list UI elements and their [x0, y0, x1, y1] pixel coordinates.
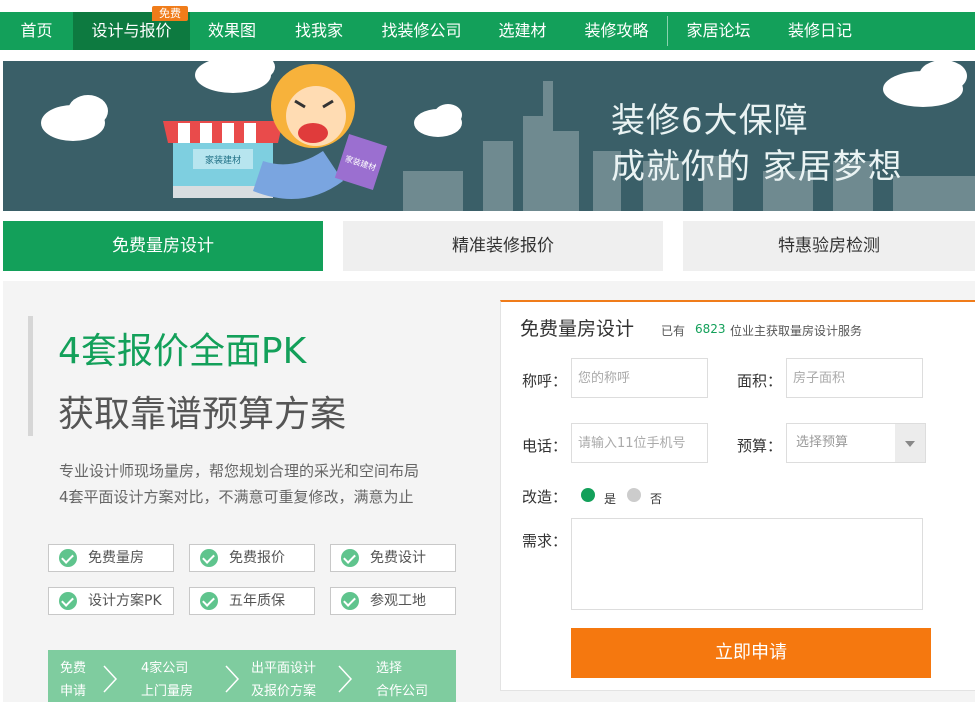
feature-chip: 免费量房	[48, 544, 174, 572]
renovate-label: 改造：	[522, 488, 568, 506]
renovate-yes-label: 是	[604, 492, 617, 506]
form-title: 免费量房设计	[520, 318, 635, 340]
chevron-right-icon	[103, 665, 118, 693]
feature-chip: 参观工地	[330, 587, 456, 615]
nav-item-renderings[interactable]: 效果图	[190, 12, 274, 50]
feature-chip: 设计方案PK	[48, 587, 174, 615]
area-label: 面积：	[737, 372, 783, 390]
step-3-line1: 出平面设计	[251, 661, 317, 676]
renovate-yes-radio[interactable]	[581, 488, 595, 502]
chevron-right-icon	[225, 665, 240, 693]
check-icon	[59, 592, 77, 610]
check-icon	[200, 592, 218, 610]
check-icon	[341, 549, 359, 567]
promo-banner[interactable]: 家装建材 家装建材 装修6大保障 成就你的 家居梦想	[3, 61, 975, 211]
step-3-line2: 及报价方案	[251, 684, 317, 699]
check-icon	[59, 549, 77, 567]
name-input[interactable]	[571, 358, 708, 398]
banner-slogan-line1: 装修6大保障	[611, 101, 809, 141]
phone-input[interactable]	[571, 423, 708, 463]
check-icon	[200, 549, 218, 567]
process-steps: 免费 申请 4家公司 上门量房 出平面设计 及报价方案 选择 合作公司	[48, 650, 456, 702]
hero-description-line2: 4套平面设计方案对比，不满意可重复修改，满意为止	[59, 488, 414, 506]
feature-label: 免费设计	[370, 550, 426, 566]
hero-description-line1: 专业设计师现场量房，帮您规划合理的采光和空间布局	[59, 462, 420, 480]
svg-text:家装建材: 家装建材	[205, 154, 241, 166]
nav-item-forum[interactable]: 家居论坛	[668, 12, 769, 50]
form-count-prefix: 已有	[661, 324, 686, 338]
top-nav: 首页 设计与报价 效果图 找我家 找装修公司 选建材 装修攻略 家居论坛 装修日…	[0, 12, 975, 50]
budget-select-value: 选择预算	[796, 435, 849, 450]
tab-house-inspection[interactable]: 特惠验房检测	[683, 221, 975, 271]
nav-item-find-company[interactable]: 找装修公司	[364, 12, 479, 50]
needs-textarea[interactable]	[571, 518, 923, 610]
feature-label: 免费量房	[88, 550, 144, 566]
renovate-no-radio[interactable]	[627, 488, 641, 502]
free-badge: 免费	[152, 6, 188, 21]
submit-button[interactable]: 立即申请	[571, 628, 931, 678]
banner-illustration: 家装建材 家装建材	[41, 61, 975, 211]
hero-headline: 4套报价全面PK	[58, 331, 307, 372]
step-2-line2: 上门量房	[141, 684, 194, 699]
hero-subheadline: 获取靠谱预算方案	[58, 394, 347, 435]
feature-chip: 免费设计	[330, 544, 456, 572]
step-2-line1: 4家公司	[141, 661, 189, 676]
phone-label: 电话：	[522, 437, 568, 455]
step-1-line2: 申请	[60, 684, 87, 699]
nav-item-diary[interactable]: 装修日记	[769, 12, 871, 50]
form-count-suffix: 位业主获取量房设计服务	[730, 324, 863, 338]
feature-label: 参观工地	[370, 593, 426, 609]
headline-accent-bar	[28, 316, 33, 436]
nav-item-guide[interactable]: 装修攻略	[566, 12, 667, 50]
feature-label: 设计方案PK	[88, 593, 162, 609]
tab-free-measure-design[interactable]: 免费量房设计	[3, 221, 323, 271]
page: 首页 设计与报价 效果图 找我家 找装修公司 选建材 装修攻略 家居论坛 装修日…	[0, 0, 975, 702]
needs-label: 需求：	[522, 532, 568, 550]
budget-select[interactable]: 选择预算	[786, 423, 926, 463]
step-1-line1: 免费	[60, 661, 87, 676]
step-4-line2: 合作公司	[376, 684, 429, 699]
renovate-no-label: 否	[650, 492, 663, 506]
dropdown-toggle[interactable]	[895, 424, 925, 462]
feature-label: 五年质保	[229, 593, 285, 609]
feature-chip: 五年质保	[189, 587, 315, 615]
chevron-down-icon	[905, 441, 915, 447]
nav-item-materials[interactable]: 选建材	[479, 12, 566, 50]
banner-slogan-line2: 成就你的 家居梦想	[611, 147, 903, 187]
form-count: 6823	[695, 322, 726, 336]
nav-item-home[interactable]: 首页	[0, 12, 73, 50]
step-4-line1: 选择	[376, 661, 403, 676]
feature-chip: 免费报价	[189, 544, 315, 572]
chevron-right-icon	[338, 665, 353, 693]
feature-label: 免费报价	[229, 550, 285, 566]
check-icon	[341, 592, 359, 610]
area-input[interactable]	[786, 358, 923, 398]
nav-item-find-home[interactable]: 找我家	[274, 12, 364, 50]
name-label: 称呼：	[522, 372, 568, 390]
budget-label: 预算：	[737, 437, 783, 455]
tab-accurate-quote[interactable]: 精准装修报价	[343, 221, 663, 271]
